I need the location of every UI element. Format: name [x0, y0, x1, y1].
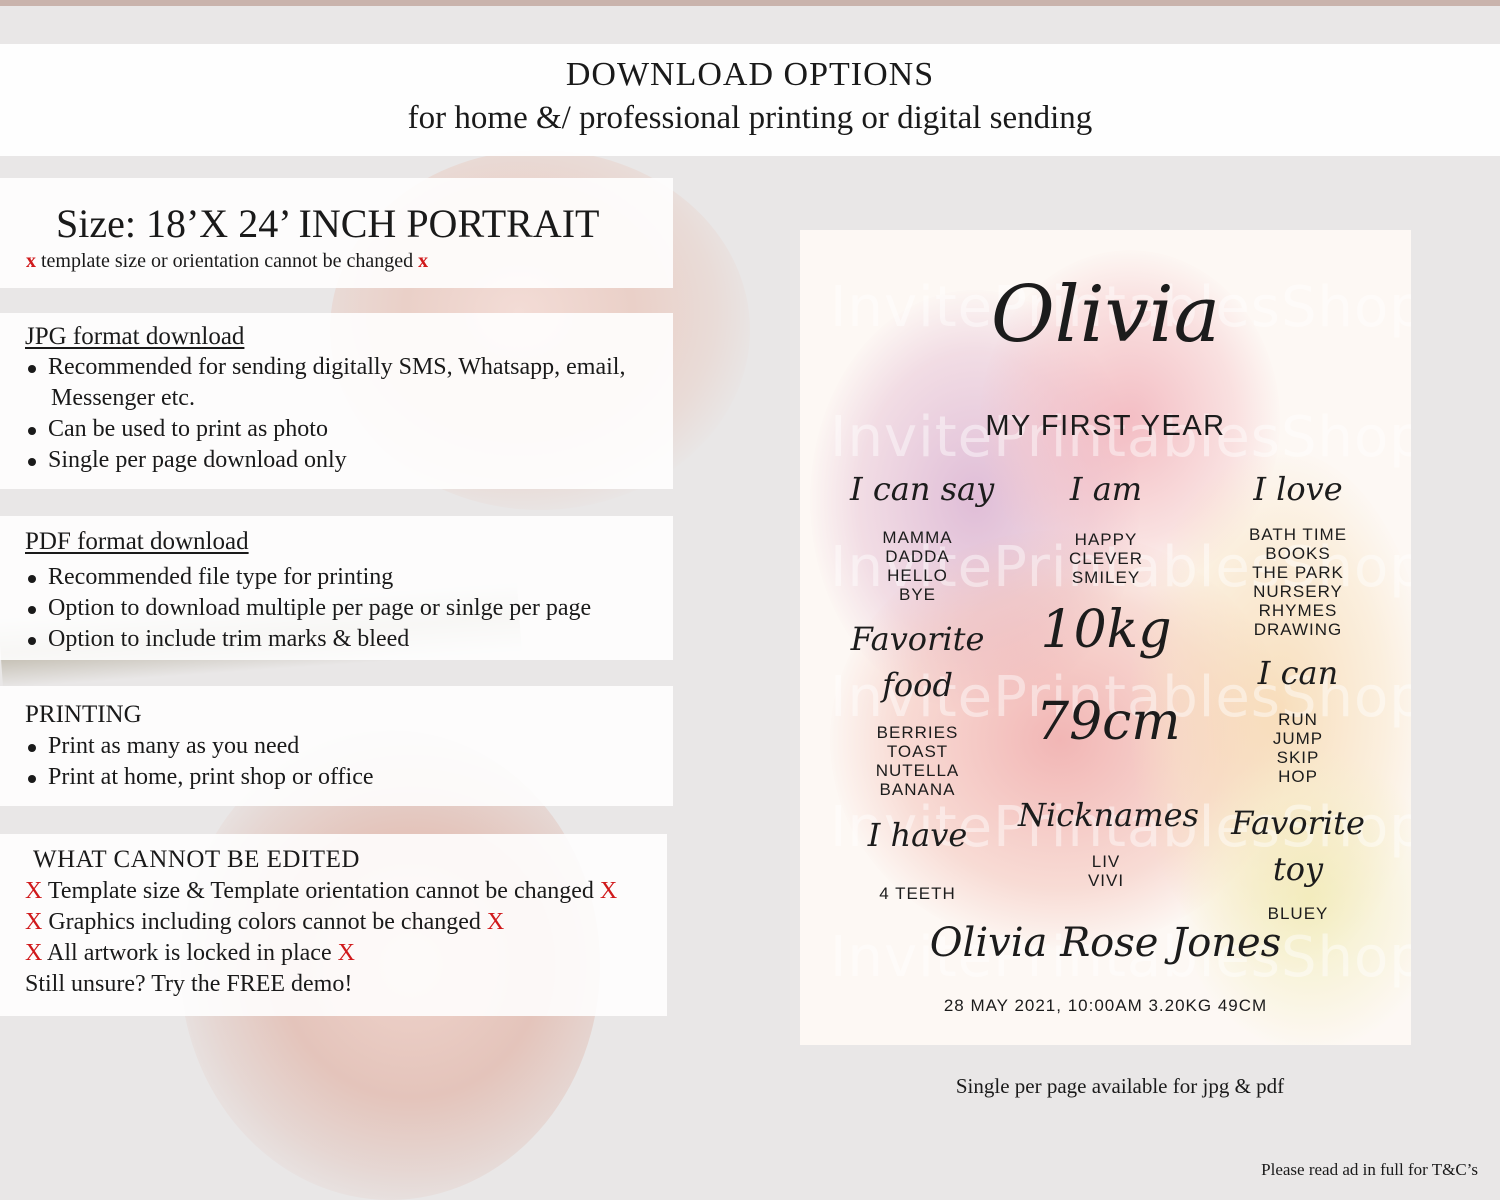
- list-item: Option to download multiple per page or …: [25, 593, 591, 624]
- pdf-panel: PDF format download Recommended file typ…: [0, 516, 673, 660]
- favorite-toy-heading-2: toy: [1272, 850, 1324, 888]
- i-can-heading: I can: [1257, 654, 1339, 692]
- list-item: Can be used to print as photo: [25, 414, 625, 445]
- printing-title: PRINTING: [25, 701, 142, 728]
- size-title: Size: 18’X 24’ INCH PORTRAIT: [56, 201, 600, 246]
- list-item: X Graphics including colors cannot be ch…: [25, 909, 505, 935]
- x-mark-icon: X: [337, 940, 355, 966]
- list-item-continuation: Messenger etc.: [51, 385, 195, 411]
- cannot-edit-list: X Template size & Template orientation c…: [25, 876, 617, 1000]
- list-item: X All artwork is locked in place X: [25, 940, 355, 966]
- header-band: DOWNLOAD OPTIONS for home &/ professiona…: [0, 44, 1500, 156]
- top-photo-strip: [0, 0, 1500, 6]
- x-mark-icon: x: [26, 250, 36, 272]
- jpg-title: JPG format download: [25, 323, 245, 350]
- size-panel: Size: 18’X 24’ INCH PORTRAIT x template …: [0, 178, 673, 288]
- jpg-list: Recommended for sending digitally SMS, W…: [25, 352, 625, 476]
- list-item: Recommended for sending digitally SMS, W…: [25, 352, 625, 383]
- page-subtitle: for home &/ professional printing or dig…: [407, 100, 1093, 136]
- i-am-list: HAPPY CLEVER SMILEY: [1068, 530, 1144, 587]
- poster-preview: InvitePrintablesShop InvitePrintablesSho…: [800, 230, 1411, 1045]
- cannot-edit-title: WHAT CANNOT BE EDITED: [33, 846, 360, 873]
- poster-birth-details: 28 MAY 2021, 10:00AM 3.20KG 49CM: [943, 996, 1268, 1015]
- size-note: x template size or orientation cannot be…: [26, 250, 428, 273]
- i-am-heading: I am: [1069, 470, 1143, 508]
- height-value: 79cm: [1036, 692, 1181, 752]
- list-item: Option to include trim marks & bleed: [25, 624, 591, 655]
- list-item: Print at home, print shop or office: [25, 762, 374, 793]
- demo-note: Still unsure? Try the FREE demo!: [25, 971, 353, 997]
- weight-value: 10kg: [1040, 600, 1172, 660]
- x-mark-icon: X: [25, 909, 43, 935]
- pdf-list: Recommended file type for printing Optio…: [25, 562, 591, 655]
- preview-caption: Single per page available for jpg & pdf: [955, 1074, 1285, 1098]
- x-mark-icon: X: [599, 878, 618, 904]
- list-item: Single per page download only: [25, 445, 625, 476]
- x-mark-icon: X: [25, 940, 43, 966]
- favorite-food-heading-1: Favorite: [850, 620, 985, 658]
- list-item: Print as many as you need: [25, 731, 374, 762]
- list-item: Recommended file type for printing: [25, 562, 591, 593]
- i-can-say-heading: I can say: [850, 470, 995, 508]
- printing-list: Print as many as you need Print at home,…: [25, 731, 374, 793]
- poster-full-name: Olivia Rose Jones: [929, 920, 1282, 966]
- jpg-panel: JPG format download Recommended for send…: [0, 313, 673, 489]
- i-can-say-list: MAMMA DADDA HELLO BYE: [882, 528, 953, 604]
- i-have-heading: I have: [867, 816, 968, 854]
- x-mark-icon: X: [486, 909, 505, 935]
- x-mark-icon: X: [25, 878, 43, 904]
- poster-subtitle: MY FIRST YEAR: [985, 410, 1226, 442]
- pdf-title: PDF format download: [25, 528, 249, 555]
- favorite-food-heading-2: food: [882, 666, 953, 704]
- x-mark-icon: x: [418, 250, 429, 272]
- page-title: DOWNLOAD OPTIONS: [565, 56, 935, 93]
- i-have-list: 4 TEETH: [879, 884, 956, 903]
- size-note-text: template size or orientation cannot be c…: [41, 250, 414, 272]
- nicknames-heading: Nicknames: [1018, 796, 1199, 834]
- terms-footnote: Please read ad in full for T&C’s: [1261, 1160, 1478, 1179]
- i-love-list: BATH TIME BOOKS THE PARK NURSERY RHYMES …: [1248, 525, 1348, 639]
- favorite-food-list: BERRIES TOAST NUTELLA BANANA: [875, 723, 960, 799]
- poster-name: Olivia: [990, 270, 1221, 360]
- printing-panel: PRINTING Print as many as you need Print…: [0, 686, 673, 806]
- i-can-list: RUN JUMP SKIP HOP: [1272, 710, 1324, 786]
- list-item: X Template size & Template orientation c…: [25, 878, 618, 904]
- favorite-toy-heading-1: Favorite: [1231, 804, 1365, 842]
- nicknames-list: LIV VIVI: [1087, 852, 1125, 890]
- i-love-heading: I love: [1253, 470, 1343, 508]
- cannot-edit-panel: WHAT CANNOT BE EDITED X Template size & …: [0, 834, 667, 1016]
